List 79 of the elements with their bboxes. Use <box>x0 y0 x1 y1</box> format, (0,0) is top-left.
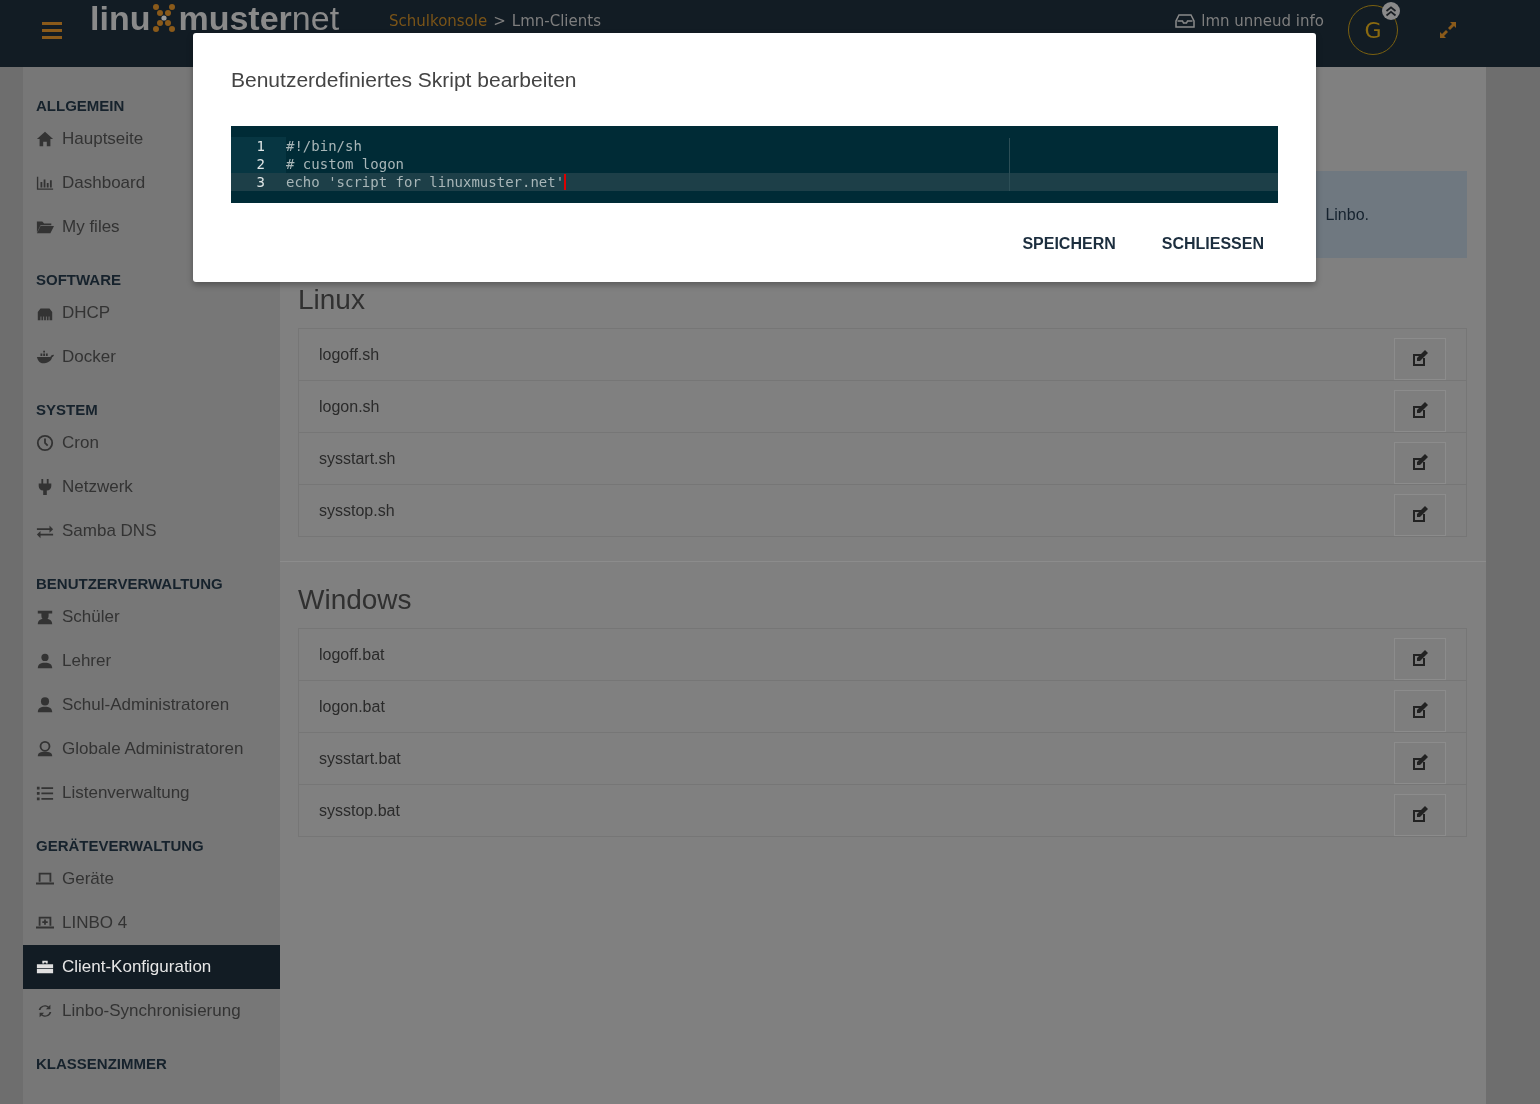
toolbox-icon <box>36 958 54 976</box>
script-name: sysstop.sh <box>318 501 395 520</box>
nav-item[interactable]: My files <box>23 205 280 249</box>
line-number: 1 <box>231 137 286 155</box>
whale-icon <box>36 348 54 366</box>
script-name: logon.sh <box>318 397 380 416</box>
code-line: # custom logon <box>286 155 404 173</box>
edit-button[interactable] <box>1394 637 1446 680</box>
section-heading: BENUTZERVERWALTUNG <box>35 574 224 594</box>
logo-text: linu <box>90 3 151 33</box>
nav-item[interactable]: Docker <box>23 335 280 379</box>
nav-item[interactable]: LINBO 4 <box>23 901 280 945</box>
home-icon <box>36 130 54 148</box>
logo-text: muster <box>178 3 292 33</box>
logo-dots-icon <box>152 3 177 33</box>
edit-icon <box>1410 804 1430 825</box>
code-editor[interactable]: 1 #!/bin/sh 2 # custom logon 3 echo 'script for linuxmuster.net' <box>231 126 1278 203</box>
info-text: Linbo. <box>1325 205 1369 224</box>
text-cursor <box>564 174 567 190</box>
nav-item[interactable]: Cron <box>23 421 280 465</box>
edit-icon <box>1410 504 1430 525</box>
edit-button[interactable] <box>1394 337 1446 380</box>
edit-icon <box>1410 452 1430 473</box>
section-heading: GERÄTEVERWALTUNG <box>35 836 205 856</box>
plug-icon <box>36 478 54 496</box>
script-name: sysstop.bat <box>318 801 400 820</box>
nav-item[interactable]: DHCP <box>23 291 280 335</box>
edit-icon <box>1410 700 1430 721</box>
save-button[interactable]: SPEICHERN <box>1008 227 1130 261</box>
close-button[interactable]: SCHLIESSEN <box>1147 227 1278 261</box>
logo-text: net <box>291 3 340 33</box>
sync-icon <box>36 1002 54 1020</box>
edit-button[interactable] <box>1394 441 1446 484</box>
user-icon <box>36 652 54 670</box>
script-name: logon.bat <box>318 697 385 716</box>
nav-item[interactable]: Schul-Administratoren <box>23 683 280 727</box>
nav-item[interactable]: Netzwerk <box>23 465 280 509</box>
code-line: echo 'script for linuxmuster.net' <box>286 173 565 191</box>
section-heading: KLASSENZIMMER <box>35 1054 168 1074</box>
section-heading: SYSTEM <box>35 400 99 420</box>
bar-chart-icon <box>36 174 54 192</box>
section-heading: SOFTWARE <box>35 270 122 290</box>
menu-icon[interactable] <box>42 21 62 39</box>
nav-item[interactable]: Samba DNS <box>23 509 280 553</box>
dialog-title: Benutzerdefiniertes Skript bearbeiten <box>231 67 578 93</box>
nav-item[interactable]: Linbo-Synchronisierung <box>23 989 280 1033</box>
script-name: logoff.bat <box>318 645 385 664</box>
script-name: sysstart.sh <box>318 449 396 468</box>
nav-item[interactable]: Client-Konfiguration <box>23 945 280 989</box>
nav-item[interactable]: Geräte <box>23 857 280 901</box>
breadcrumb-separator: > <box>493 12 506 30</box>
edit-icon <box>1410 648 1430 669</box>
user-name[interactable]: lmn unneud info <box>1201 12 1324 30</box>
breadcrumb-link[interactable]: Schulkonsole <box>389 12 488 30</box>
list-icon <box>36 784 54 802</box>
edit-button[interactable] <box>1394 389 1446 432</box>
nav-item[interactable]: Listenverwaltung <box>23 771 280 815</box>
nav-item[interactable]: Lehrer <box>23 639 280 683</box>
script-name: logoff.sh <box>318 345 380 364</box>
tray-icon <box>1175 14 1196 28</box>
avatar[interactable]: G <box>1348 5 1398 55</box>
expand-icon <box>1438 20 1458 40</box>
section-title: Windows <box>298 584 413 616</box>
edit-icon <box>1410 348 1430 369</box>
edit-icon <box>1410 752 1430 773</box>
edit-button[interactable] <box>1394 689 1446 732</box>
code-line: #!/bin/sh <box>286 137 362 155</box>
nav-item[interactable]: Schüler <box>23 595 280 639</box>
clock-icon <box>36 434 54 452</box>
edit-button[interactable] <box>1394 493 1446 536</box>
section-heading: ALLGEMEIN <box>35 96 126 116</box>
breadcrumb-current: Lmn-Clients <box>511 12 601 30</box>
section-title: Linux <box>298 284 366 316</box>
line-number: 2 <box>231 155 286 173</box>
script-name: sysstart.bat <box>318 749 401 768</box>
edit-icon <box>1410 400 1430 421</box>
edit-button[interactable] <box>1394 741 1446 784</box>
nav-item[interactable]: Globale Administratoren <box>23 727 280 771</box>
edit-button[interactable] <box>1394 793 1446 836</box>
